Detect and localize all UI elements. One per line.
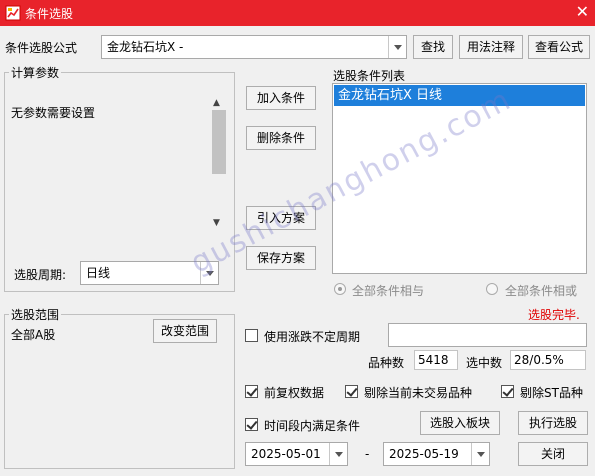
scope-legend: 选股范围: [11, 308, 60, 322]
or-conditions-radio[interactable]: [486, 283, 498, 295]
window-title: 条件选股: [25, 7, 74, 21]
save-plan-button[interactable]: 保存方案: [246, 246, 316, 270]
condition-list[interactable]: 金龙钻石坑X 日线: [332, 83, 587, 274]
params-scrollbar[interactable]: ▲ ▼: [211, 96, 227, 232]
period-select[interactable]: 日线: [80, 261, 219, 285]
formula-select-value: 金龙钻石坑X -: [107, 40, 184, 54]
forward-adjust-label: 前复权数据: [264, 386, 325, 400]
end-date-value: 2025-05-19: [389, 447, 459, 461]
change-scope-button[interactable]: 改变范围: [153, 319, 217, 343]
import-plan-button[interactable]: 引入方案: [246, 206, 316, 230]
add-condition-button[interactable]: 加入条件: [246, 86, 316, 110]
date-separator: -: [365, 447, 370, 461]
close-window-icon[interactable]: ✕: [576, 3, 589, 21]
remove-st-label: 剔除ST品种: [520, 386, 583, 400]
forward-adjust-checkbox[interactable]: [245, 385, 258, 398]
scroll-down-icon[interactable]: ▼: [213, 218, 220, 228]
usage-notes-button[interactable]: 用法注释: [459, 35, 523, 59]
variable-period-label: 使用涨跌不定周期: [264, 330, 361, 344]
remove-untraded-checkbox[interactable]: [345, 385, 358, 398]
chevron-down-icon[interactable]: [200, 262, 218, 284]
condition-list-label: 选股条件列表: [333, 69, 406, 83]
start-date-picker[interactable]: 2025-05-01: [245, 442, 348, 466]
delete-condition-button[interactable]: 删除条件: [246, 126, 316, 150]
status-text: 选股完毕.: [528, 308, 580, 322]
chevron-down-icon[interactable]: [388, 36, 406, 58]
title-bar: 条件选股 ✕: [0, 0, 595, 26]
and-conditions-label: 全部条件相与: [352, 284, 425, 298]
and-conditions-radio[interactable]: [334, 283, 346, 295]
execute-selection-button[interactable]: 执行选股: [518, 411, 588, 435]
params-legend: 计算参数: [11, 66, 60, 80]
selected-count-label: 选中数: [466, 356, 503, 370]
params-group: 计算参数: [4, 64, 235, 292]
scroll-up-icon[interactable]: ▲: [213, 98, 220, 108]
time-range-checkbox[interactable]: [245, 418, 258, 431]
period-label: 选股周期:: [14, 268, 67, 282]
end-date-picker[interactable]: 2025-05-19: [383, 442, 490, 466]
find-button[interactable]: 查找: [413, 35, 453, 59]
start-date-value: 2025-05-01: [251, 447, 321, 461]
variable-period-checkbox[interactable]: [245, 329, 258, 342]
remove-st-checkbox[interactable]: [501, 385, 514, 398]
scope-value: 全部A股: [11, 328, 56, 342]
app-logo-icon: [5, 5, 21, 21]
condition-list-item[interactable]: 金龙钻石坑X 日线: [334, 85, 585, 106]
view-formula-button[interactable]: 查看公式: [528, 35, 590, 59]
time-range-label: 时间段内满足条件: [264, 419, 361, 433]
close-button[interactable]: 关闭: [518, 442, 588, 466]
chevron-down-icon[interactable]: [471, 443, 489, 465]
remove-untraded-label: 剔除当前未交易品种: [364, 386, 473, 400]
chevron-down-icon[interactable]: [329, 443, 347, 465]
or-conditions-label: 全部条件相或: [505, 284, 578, 298]
selected-count-value: 28/0.5%: [510, 350, 586, 370]
stock-count-label: 品种数: [368, 356, 405, 370]
scroll-thumb[interactable]: [212, 110, 226, 174]
formula-select[interactable]: 金龙钻石坑X -: [101, 35, 407, 59]
params-message: 无参数需要设置: [11, 106, 96, 120]
period-select-value: 日线: [86, 266, 111, 280]
stock-count-value: 5418: [414, 350, 458, 370]
add-to-block-button[interactable]: 选股入板块: [420, 411, 500, 435]
variable-period-input[interactable]: [388, 323, 587, 347]
formula-label: 条件选股公式: [5, 41, 78, 55]
